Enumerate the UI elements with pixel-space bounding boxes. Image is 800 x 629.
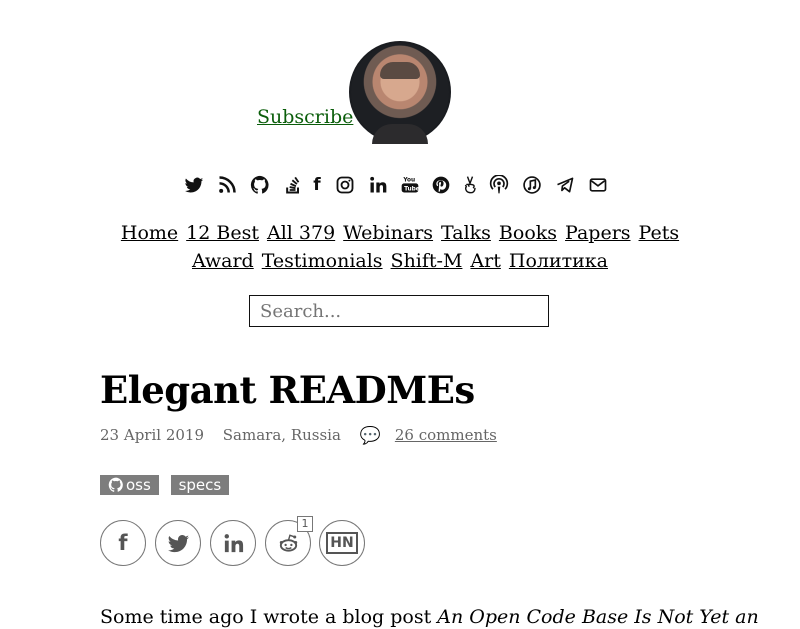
comments-link-container: 💬 26 comments	[360, 426, 497, 446]
nav-papers[interactable]: Papers	[565, 222, 631, 244]
nav-webinars[interactable]: Webinars	[343, 222, 433, 244]
twitter-share-button[interactable]	[155, 520, 201, 566]
nav-home[interactable]: Home	[121, 222, 178, 244]
email-icon[interactable]	[587, 174, 609, 196]
linkedin-share-button[interactable]	[210, 520, 256, 566]
nav-books[interactable]: Books	[499, 222, 557, 244]
linkedin-icon[interactable]	[367, 174, 389, 196]
facebook-icon: f	[118, 531, 128, 555]
podcast-icon[interactable]	[488, 174, 510, 196]
main-nav: Home 12 Best All 379 Webinars Talks Books Pape…	[0, 219, 800, 275]
github-icon[interactable]	[249, 174, 271, 196]
post-location: Samara, Russia	[222, 426, 341, 444]
post-intro-text: Some time ago I wrote a blog post	[100, 606, 438, 628]
facebook-share-button[interactable]: f	[100, 520, 146, 566]
tag-label: oss	[126, 476, 151, 494]
nav-award[interactable]: Award	[192, 250, 254, 272]
post-tags: oss specs	[100, 475, 236, 495]
facebook-icon[interactable]: f	[306, 174, 328, 196]
page-title: Elegant READMEs	[100, 368, 475, 412]
comment-icon: 💬	[359, 426, 381, 446]
hacker-news-share-button[interactable]: HN	[319, 520, 365, 566]
share-count-badge: 1	[297, 516, 313, 532]
nav-12-best[interactable]: 12 Best	[186, 222, 259, 244]
tag-specs[interactable]: specs	[170, 475, 230, 495]
nav-pets[interactable]: Pets	[639, 222, 680, 244]
nav-politika[interactable]: Политика	[509, 250, 608, 272]
twitter-icon	[167, 534, 189, 552]
hacker-news-icon: HN	[326, 532, 358, 554]
post-meta: 23 April 2019 Samara, Russia 💬 26 comment…	[100, 426, 511, 446]
nav-all[interactable]: All 379	[267, 222, 335, 244]
comments-link[interactable]: 26 comments	[395, 426, 497, 444]
angellist-icon[interactable]	[459, 174, 481, 196]
music-icon[interactable]	[521, 174, 543, 196]
nav-talks[interactable]: Talks	[441, 222, 491, 244]
avatar	[349, 41, 451, 144]
pinterest-icon[interactable]	[430, 174, 452, 196]
post-date: 23 April 2019	[100, 426, 204, 444]
linkedin-icon	[224, 533, 243, 552]
subscribe-link[interactable]: Subscribe	[257, 106, 353, 128]
nav-art[interactable]: Art	[470, 250, 500, 272]
youtube-icon[interactable]: You Tube	[399, 174, 421, 196]
telegram-icon[interactable]	[554, 174, 576, 196]
search-input[interactable]	[249, 295, 549, 327]
twitter-icon[interactable]	[183, 174, 205, 196]
stackoverflow-icon[interactable]	[282, 174, 304, 196]
post-intro-italic[interactable]: An Open Code Base Is Not Yet an	[437, 606, 758, 628]
nav-shift-m[interactable]: Shift-M	[391, 250, 463, 272]
reddit-icon	[279, 533, 297, 552]
tag-oss[interactable]: oss	[100, 475, 159, 495]
nav-testimonials[interactable]: Testimonials	[262, 250, 383, 272]
post-intro: Some time ago I wrote a blog post An Ope…	[100, 605, 759, 629]
svg-text:You: You	[402, 178, 415, 184]
rss-icon[interactable]	[216, 174, 238, 196]
instagram-icon[interactable]	[334, 174, 356, 196]
tag-label: specs	[178, 476, 222, 494]
github-icon	[108, 477, 123, 492]
social-links: f You Tube	[183, 174, 613, 196]
svg-text:Tube: Tube	[404, 186, 420, 192]
